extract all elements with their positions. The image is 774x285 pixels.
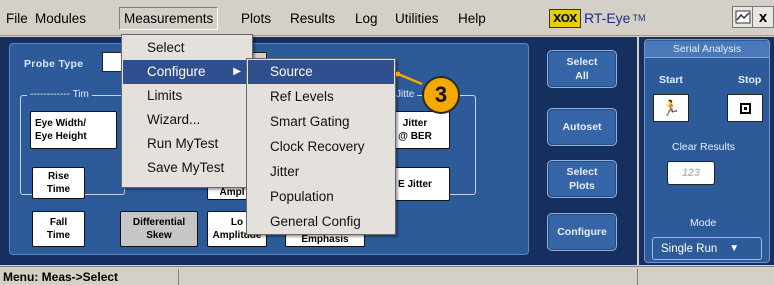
start-label: Start: [659, 74, 683, 86]
chevron-down-icon: ▼: [729, 243, 740, 254]
submenu-item-ref-levels[interactable]: Ref Levels: [248, 85, 394, 109]
fall-label: Fall: [49, 217, 68, 228]
submenu-item-population[interactable]: Population: [248, 185, 394, 209]
menu-log[interactable]: Log: [355, 11, 378, 26]
menu-bar: File Modules Measurements Plots Results …: [0, 0, 774, 36]
timing-group-legend: ------------ Tim: [27, 89, 92, 100]
rise-time-label: Time: [46, 184, 71, 195]
select-plots-label-2: Plots: [569, 180, 595, 192]
start-button[interactable]: 🏃: [653, 94, 689, 122]
autoset-button[interactable]: Autoset: [547, 108, 617, 146]
autoset-label: Autoset: [562, 121, 602, 133]
fall-time-button[interactable]: Fall Time: [32, 211, 85, 247]
stop-button[interactable]: [727, 94, 763, 122]
submenu-item-source[interactable]: Source: [248, 60, 394, 84]
eye-width-label: Eye Width/: [35, 118, 87, 129]
probe-type-label: Probe Type: [24, 58, 84, 70]
at-ber-label: @ BER: [398, 131, 432, 142]
window-icon-button[interactable]: [732, 6, 754, 28]
close-button[interactable]: x: [752, 6, 774, 28]
timing-legend-text: Tim: [72, 89, 89, 100]
eye-height-label: Eye Height: [35, 131, 87, 142]
mode-select[interactable]: Single Run ▼: [652, 237, 762, 260]
stop-label: Stop: [738, 74, 762, 86]
menu-item-select[interactable]: Select: [123, 36, 251, 60]
menu-file[interactable]: File: [6, 11, 28, 26]
stop-icon: [739, 102, 751, 114]
menu-modules[interactable]: Modules: [35, 11, 86, 26]
serial-analysis-title: Serial Analysis: [645, 41, 769, 58]
submenu-item-smart-gating[interactable]: Smart Gating: [248, 110, 394, 134]
status-bar: Menu: Meas->Select: [0, 266, 774, 285]
running-person-icon: 🏃: [661, 100, 681, 117]
app-title: RT-Eye: [584, 10, 631, 26]
select-plots-label-1: Select: [566, 166, 598, 178]
jitter-label: Jitter: [402, 118, 428, 129]
menu-item-save-mytest[interactable]: Save MyTest: [123, 156, 251, 180]
select-all-label-1: Select: [566, 56, 598, 68]
menu-results[interactable]: Results: [290, 11, 335, 26]
eraser-icon: 123: [681, 167, 701, 179]
status-divider: [637, 269, 638, 285]
brand-mark: XOX: [549, 8, 582, 28]
menu-item-configure-label: Configure: [147, 64, 206, 79]
status-text: Menu: Meas->Select: [3, 270, 119, 284]
measurements-menu: Select Configure ▶ Limits Wizard... Run …: [121, 34, 253, 188]
menu-help[interactable]: Help: [458, 11, 486, 26]
callout-pointer: [395, 71, 423, 85]
submenu-item-jitter[interactable]: Jitter: [248, 160, 394, 184]
submenu-item-clock-recovery[interactable]: Clock Recovery: [248, 135, 394, 159]
fall-time-label: Time: [46, 230, 71, 241]
skew-label: Skew: [146, 230, 172, 241]
menu-item-configure[interactable]: Configure ▶: [123, 60, 251, 84]
emphasis-label: Emphasis: [301, 234, 349, 245]
rise-time-button[interactable]: Rise Time: [32, 167, 85, 199]
chart-icon: [735, 10, 751, 24]
select-all-label-2: All: [575, 70, 589, 82]
select-all-button[interactable]: Select All: [547, 50, 617, 88]
configure-button[interactable]: Configure: [547, 213, 617, 251]
lo-label: Lo: [230, 217, 244, 228]
differential-skew-button[interactable]: Differential Skew: [120, 211, 198, 247]
rise-label: Rise: [47, 171, 70, 182]
step-callout-badge: 3: [422, 76, 460, 114]
menu-utilities[interactable]: Utilities: [395, 11, 439, 26]
clear-results-button[interactable]: 123: [667, 161, 715, 185]
emphasis-button[interactable]: Emphasis: [285, 234, 365, 247]
menu-plots[interactable]: Plots: [241, 11, 271, 26]
menu-item-run-mytest[interactable]: Run MyTest: [123, 132, 251, 156]
jitter-group-legend: Jitte: [393, 89, 418, 100]
status-divider: [178, 269, 179, 285]
configure-submenu: Source Ref Levels Smart Gating Clock Rec…: [246, 58, 396, 235]
e-jitter-label: E Jitter: [398, 178, 432, 190]
diff-label: Differential: [132, 217, 186, 228]
submenu-arrow-icon: ▶: [233, 66, 241, 77]
select-plots-button[interactable]: Select Plots: [547, 160, 617, 198]
trademark-sup: TM: [632, 13, 646, 23]
submenu-item-general-config[interactable]: General Config: [248, 210, 394, 234]
serial-analysis-panel: Serial Analysis Start Stop 🏃 Clear Resul…: [639, 37, 774, 265]
menu-item-wizard[interactable]: Wizard...: [123, 108, 251, 132]
serial-analysis-area: Serial Analysis Start Stop 🏃 Clear Resul…: [644, 39, 770, 263]
menu-measurements[interactable]: Measurements: [119, 7, 219, 30]
mode-label: Mode: [690, 217, 717, 229]
clear-results-label: Clear Results: [672, 141, 736, 153]
mode-value: Single Run: [661, 242, 718, 255]
app-logo: XOX RT-Eye TM: [549, 5, 645, 31]
eye-width-height-button[interactable]: Eye Width/ Eye Height: [30, 111, 117, 149]
configure-label: Configure: [557, 226, 607, 238]
menu-item-limits[interactable]: Limits: [123, 84, 251, 108]
